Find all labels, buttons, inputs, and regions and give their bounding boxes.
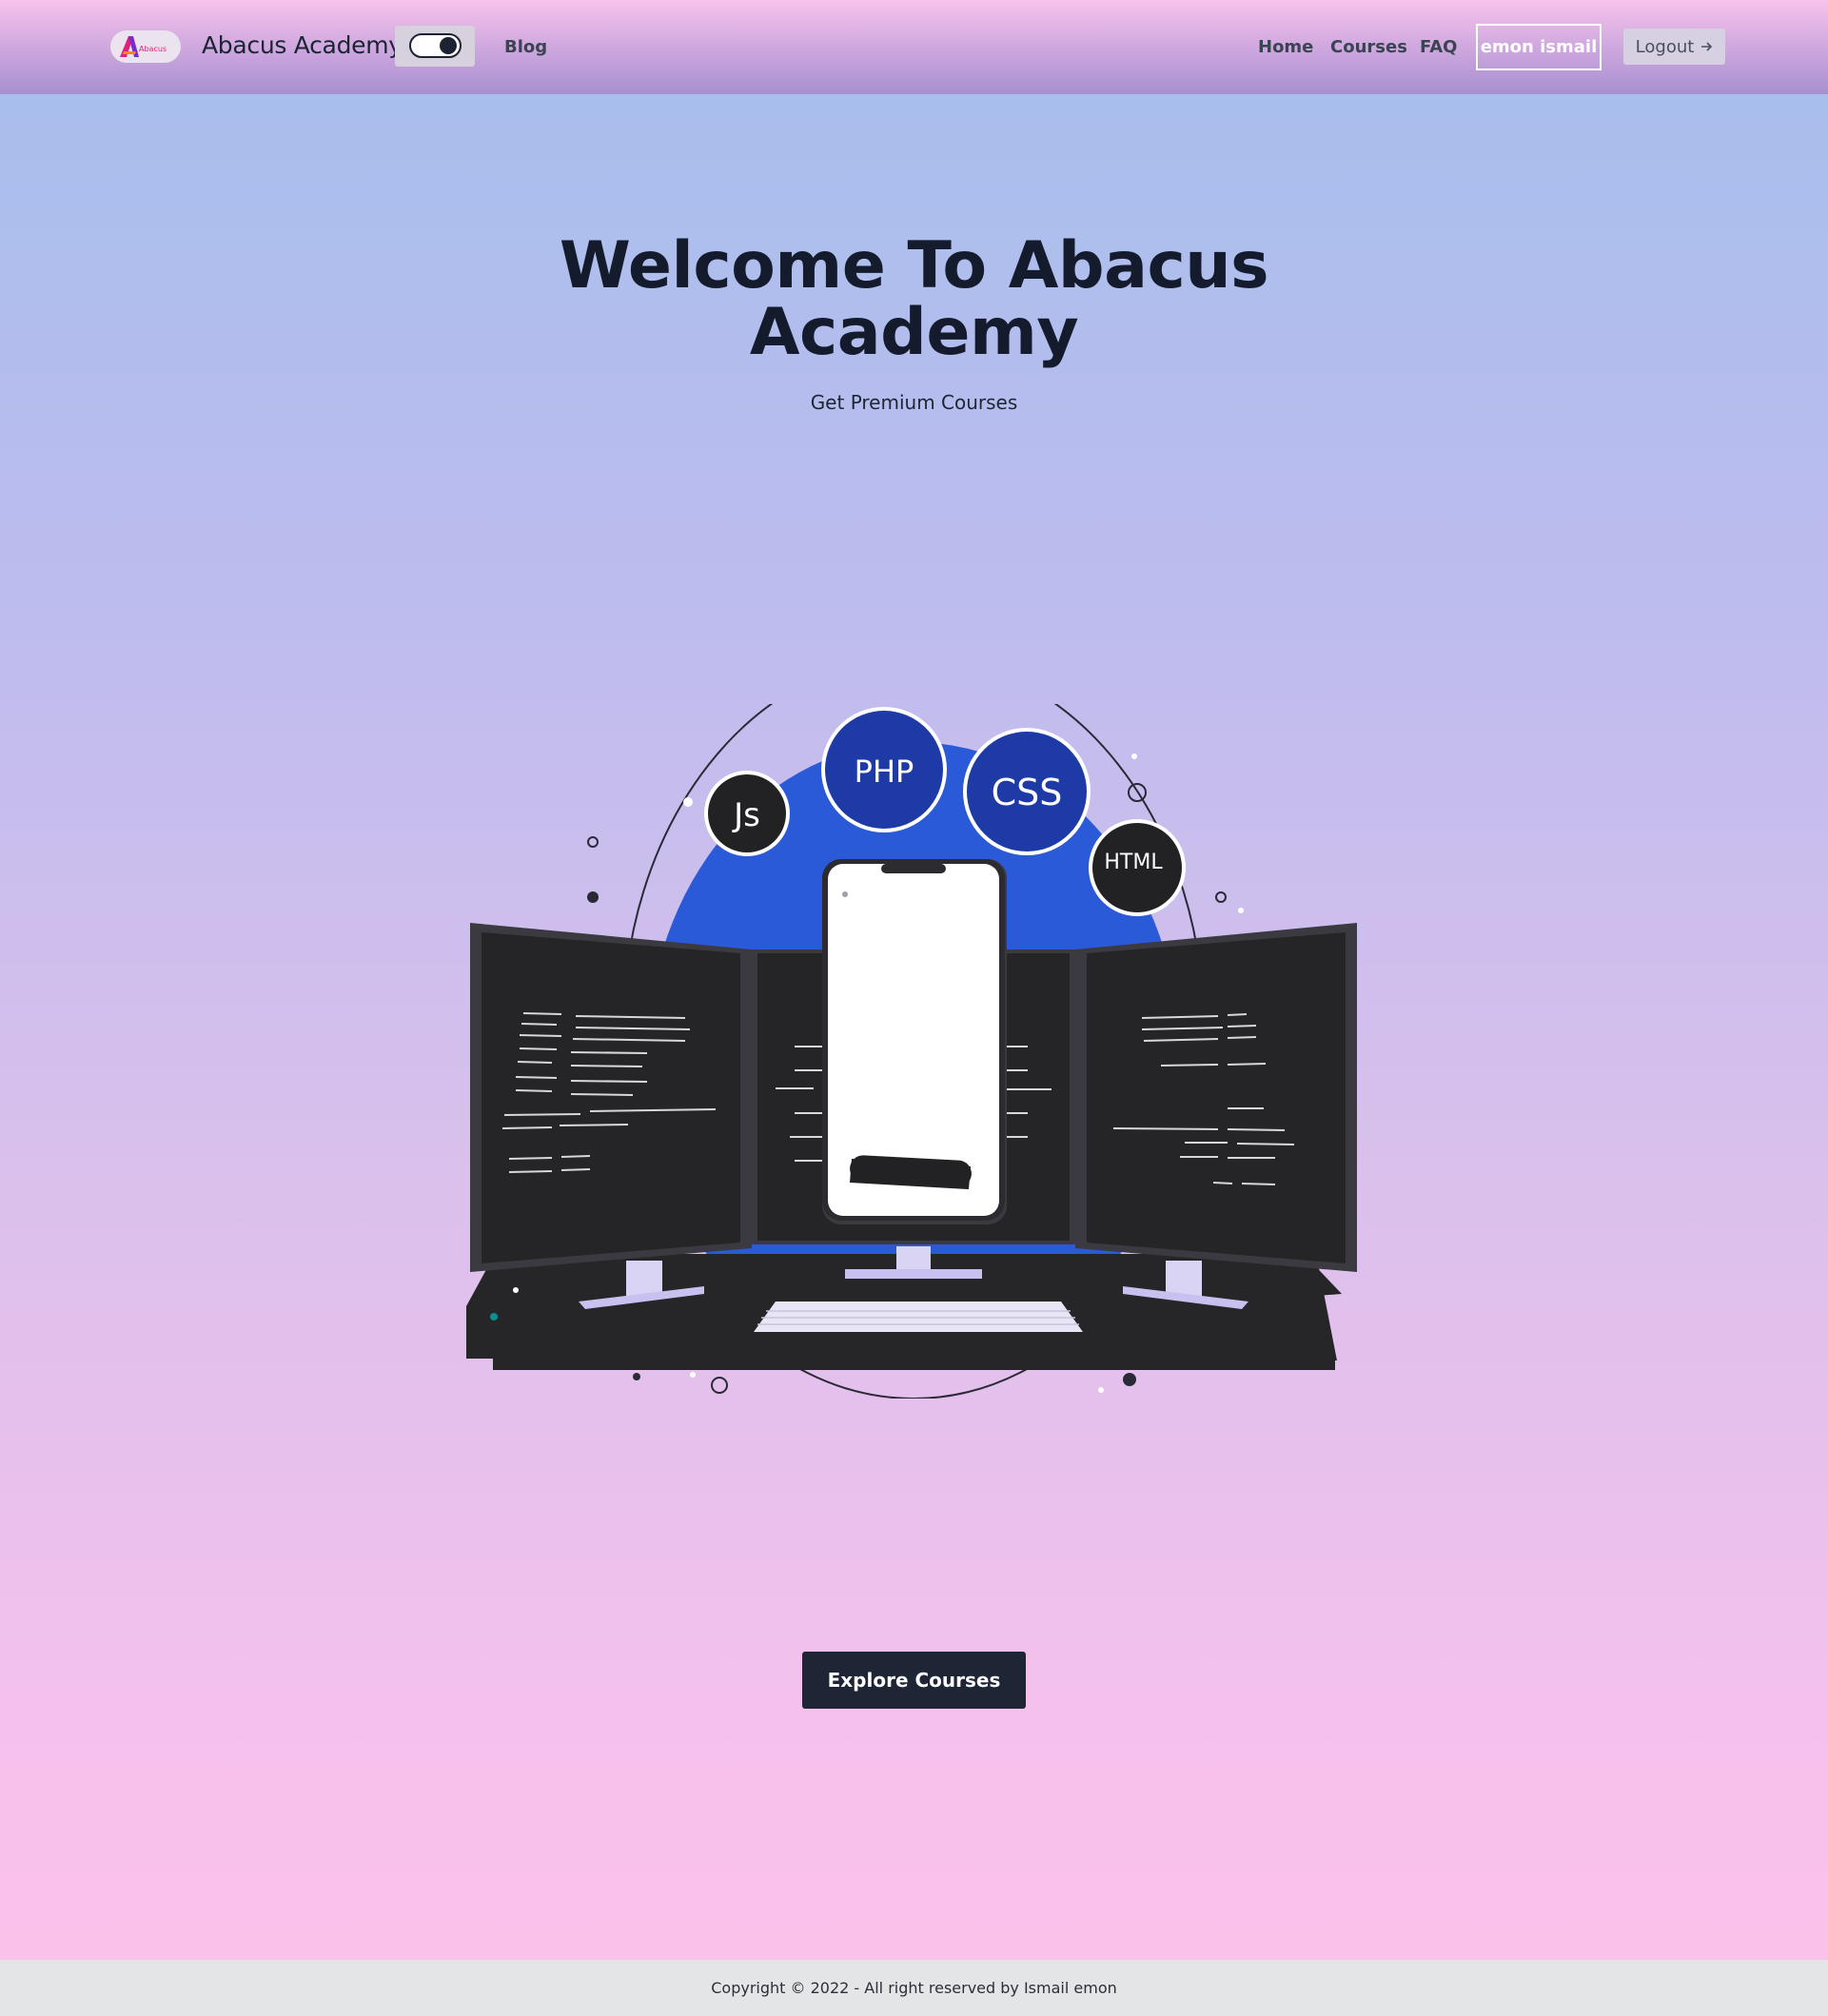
svg-text:PHP: PHP <box>855 754 914 790</box>
theme-toggle[interactable] <box>395 26 475 67</box>
logout-button[interactable]: Logout <box>1623 29 1725 65</box>
html-badge-icon: HTML <box>1089 819 1186 916</box>
logo[interactable]: Abacus <box>110 30 181 63</box>
logo-mark-icon: Abacus <box>120 36 167 57</box>
css-badge-icon: CSS <box>963 728 1091 855</box>
svg-text:Js: Js <box>732 796 760 834</box>
user-profile-button[interactable]: emon ismail <box>1476 24 1602 70</box>
nav-blog[interactable]: Blog <box>504 37 547 57</box>
php-badge-icon: PHP <box>821 707 947 832</box>
logout-label: Logout <box>1635 36 1695 57</box>
navbar: Abacus Abacus Academy Blog Home Courses … <box>0 0 1828 94</box>
hero-subtitle: Get Premium Courses <box>810 391 1018 414</box>
arrow-right-icon <box>1701 42 1713 51</box>
brand-name[interactable]: Abacus Academy <box>202 31 403 59</box>
svg-text:HTML: HTML <box>1104 851 1163 874</box>
toggle-track <box>409 33 462 58</box>
copyright-text: Copyright © 2022 - All right reserved by… <box>711 1979 1117 1997</box>
nav-faq[interactable]: FAQ <box>1420 37 1457 57</box>
nav-courses[interactable]: Courses <box>1330 37 1407 57</box>
hero-illustration: Js PHP CSS HTML <box>438 656 1361 1399</box>
footer: Copyright © 2022 - All right reserved by… <box>0 1960 1828 2016</box>
hero-title: Welcome To Abacus Academy <box>559 228 1269 370</box>
nav-home[interactable]: Home <box>1258 37 1313 57</box>
js-badge-icon: Js <box>704 771 790 856</box>
explore-courses-button[interactable]: Explore Courses <box>802 1652 1026 1709</box>
toggle-knob <box>440 37 457 54</box>
svg-text:Abacus: Abacus <box>139 45 167 53</box>
svg-text:CSS: CSS <box>992 772 1063 813</box>
